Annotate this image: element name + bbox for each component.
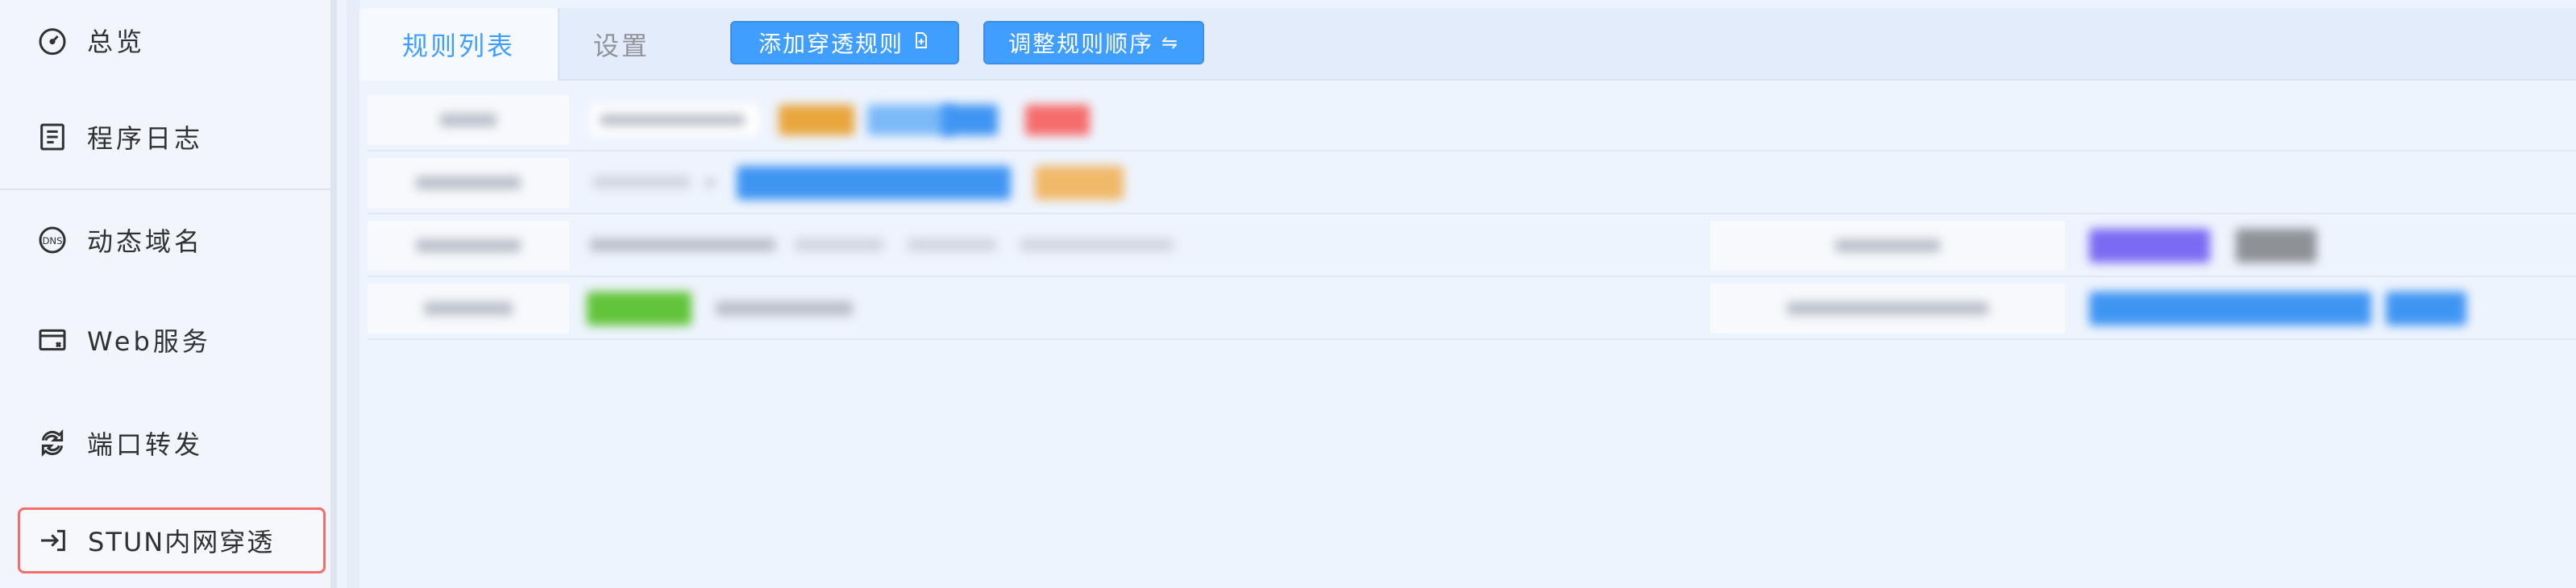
port-forward-icon bbox=[35, 426, 69, 460]
blurred-badge bbox=[2089, 292, 2371, 325]
blurred-value bbox=[593, 176, 690, 188]
dashboard-icon bbox=[35, 23, 69, 57]
row-label-cell bbox=[1710, 221, 2065, 271]
row-label-cell bbox=[368, 221, 569, 271]
sidebar: 总览 程序日志 DNS 动态域名 Web服务 端口转发 STUN内网穿透 bbox=[0, 0, 330, 588]
stun-icon bbox=[36, 524, 70, 557]
sidebar-item-label: Web服务 bbox=[87, 326, 211, 357]
web-service-icon bbox=[35, 323, 69, 357]
blurred-value bbox=[590, 238, 775, 251]
table-row bbox=[368, 277, 2576, 340]
blurred-badge bbox=[779, 105, 854, 135]
blurred-value bbox=[908, 238, 996, 251]
blurred-value bbox=[600, 114, 745, 126]
blurred-value bbox=[795, 238, 883, 251]
tab-settings[interactable]: 设置 bbox=[569, 8, 674, 81]
table-row bbox=[368, 214, 2576, 277]
sidebar-item-ddns[interactable]: DNS 动态域名 bbox=[0, 200, 330, 280]
sidebar-item-label: 动态域名 bbox=[87, 226, 204, 257]
add-rule-label: 添加穿透规则 bbox=[758, 31, 904, 57]
sidebar-border bbox=[330, 0, 337, 588]
row-label-cell bbox=[368, 95, 569, 145]
blurred-value bbox=[716, 301, 853, 316]
sidebar-item-web[interactable]: Web服务 bbox=[0, 300, 330, 380]
sidebar-item-label: 程序日志 bbox=[87, 123, 204, 154]
rule-detail-table bbox=[368, 89, 2576, 340]
sidebar-item-logs[interactable]: 程序日志 bbox=[0, 97, 330, 177]
row-label-cell bbox=[368, 284, 569, 333]
dns-icon: DNS bbox=[35, 223, 69, 257]
sidebar-gap bbox=[347, 0, 359, 588]
tab-label: 规则列表 bbox=[401, 31, 515, 61]
main-content: 规则列表 设置 添加穿透规则 调整规则顺序 ⇋ bbox=[359, 0, 2576, 588]
tab-label: 设置 bbox=[592, 31, 650, 61]
blurred-badge bbox=[2386, 292, 2466, 325]
sidebar-item-port-forward[interactable]: 端口转发 bbox=[0, 403, 330, 483]
blurred-badge bbox=[587, 292, 692, 325]
sidebar-item-label: STUN内网穿透 bbox=[88, 527, 275, 557]
sidebar-divider bbox=[0, 188, 330, 190]
tab-bar: 规则列表 设置 添加穿透规则 调整规则顺序 ⇋ bbox=[359, 8, 2576, 81]
reorder-rules-button[interactable]: 调整规则顺序 ⇋ bbox=[983, 21, 1204, 64]
sidebar-item-overview[interactable]: 总览 bbox=[0, 0, 330, 81]
table-row bbox=[368, 89, 2576, 151]
reorder-rules-label: 调整规则顺序 bbox=[1008, 31, 1153, 57]
blurred-badge bbox=[737, 166, 1011, 200]
blurred-value bbox=[1020, 238, 1174, 251]
sidebar-item-label: 总览 bbox=[87, 27, 146, 57]
sidebar-item-label: 端口转发 bbox=[87, 429, 204, 460]
swap-arrows-icon: ⇋ bbox=[1161, 31, 1180, 54]
blurred-badge bbox=[2089, 229, 2210, 263]
add-document-icon bbox=[912, 31, 931, 55]
blurred-badge bbox=[941, 105, 998, 135]
log-icon bbox=[35, 120, 69, 154]
row-label-cell bbox=[1710, 284, 2065, 333]
blurred-value bbox=[706, 179, 714, 187]
sidebar-item-stun[interactable]: STUN内网穿透 bbox=[18, 507, 326, 574]
add-rule-button[interactable]: 添加穿透规则 bbox=[730, 21, 959, 64]
table-row bbox=[368, 151, 2576, 214]
blurred-badge bbox=[1035, 166, 1124, 200]
svg-text:DNS: DNS bbox=[42, 235, 62, 246]
blurred-badge bbox=[2236, 229, 2316, 263]
tab-rule-list[interactable]: 规则列表 bbox=[359, 8, 559, 81]
blurred-badge bbox=[1025, 105, 1090, 135]
row-label-cell bbox=[368, 158, 569, 208]
